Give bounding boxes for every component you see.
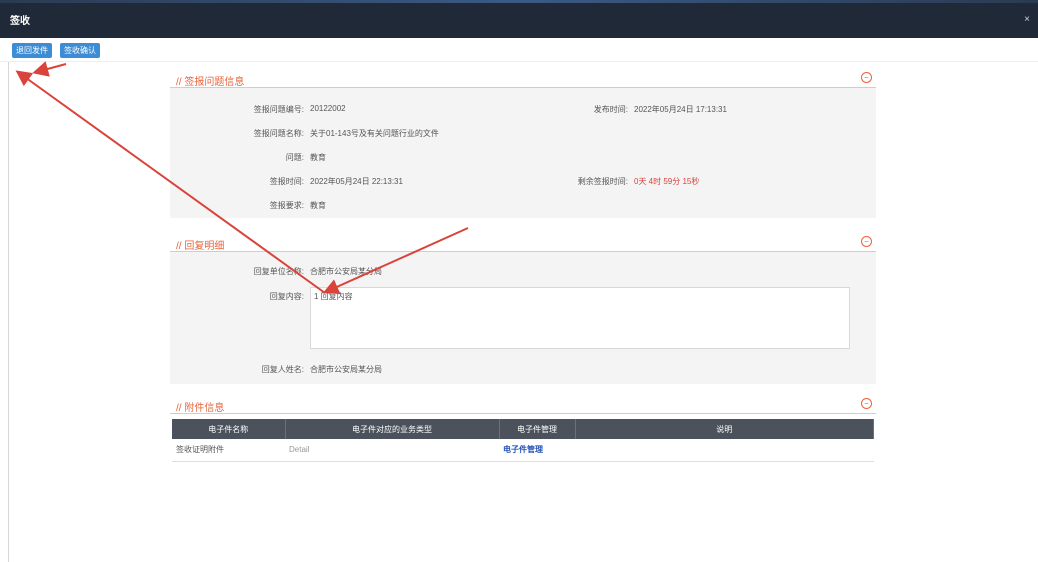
window-title: 签收 xyxy=(10,16,30,27)
return-button[interactable]: 退回发件 xyxy=(12,43,52,58)
field-label: 签报问题名称: xyxy=(253,129,304,138)
field-label: 回复人姓名: xyxy=(261,365,304,374)
field-value: 2022年05月24日 17:13:31 xyxy=(634,105,727,114)
field-label: 剩余签报时间: xyxy=(577,177,628,186)
issue-info-header: // 签报问题信息 − xyxy=(170,70,876,88)
field-label: 发布时间: xyxy=(593,105,628,114)
attachment-desc[interactable] xyxy=(575,439,874,462)
field-value: 20122002 xyxy=(310,104,346,113)
field-label: 回复内容: xyxy=(269,292,304,301)
section-title: // 回复明细 xyxy=(176,241,225,252)
field-value: 教育 xyxy=(310,153,326,162)
reply-header: // 回复明细 − xyxy=(170,234,876,252)
minus-circle-icon[interactable]: − xyxy=(861,72,872,83)
titlebar-accent xyxy=(0,0,1038,3)
column-header: 电子件对应的业务类型 xyxy=(285,419,500,439)
minus-circle-icon[interactable]: − xyxy=(861,398,872,409)
remaining-time-value: 0天 4时 59分 15秒 xyxy=(634,177,700,186)
field-value: 关于01-143号及有关问题行业的文件 xyxy=(310,129,439,138)
field-value: 合肥市公安局某分局 xyxy=(310,267,382,276)
left-divider xyxy=(8,62,9,562)
column-header: 电子件管理 xyxy=(499,419,576,439)
table-header-row: 电子件名称 电子件对应的业务类型 电子件管理 说明 xyxy=(172,419,874,439)
field-value: 教育 xyxy=(310,201,326,210)
attachment-manage-link[interactable]: 电子件管理 xyxy=(499,439,575,462)
attachment-header: // 附件信息 − xyxy=(170,396,876,414)
minus-circle-icon[interactable]: − xyxy=(861,236,872,247)
field-label: 问题: xyxy=(285,153,304,162)
attachment-type: Detail xyxy=(285,439,499,462)
field-value: 合肥市公安局某分局 xyxy=(310,365,382,374)
close-icon[interactable]: × xyxy=(1024,14,1030,25)
section-title: // 附件信息 xyxy=(176,403,225,414)
issue-info-panel xyxy=(170,70,876,218)
toolbar: 退回发件 签收确认 xyxy=(0,38,1038,62)
confirm-sign-button[interactable]: 签收确认 xyxy=(60,43,100,58)
field-label: 签报时间: xyxy=(269,177,304,186)
field-label: 回复单位名称: xyxy=(253,267,304,276)
table-row: 签收证明附件 Detail 电子件管理 xyxy=(172,439,874,462)
attachment-table: 电子件名称 电子件对应的业务类型 电子件管理 说明 签收证明附件 Detail … xyxy=(172,419,874,462)
arrow-to-confirm-button xyxy=(32,61,67,77)
reply-content-textarea[interactable]: 1 回复内容 xyxy=(310,287,850,349)
window-titlebar: 签收 × xyxy=(0,0,1038,38)
column-header: 说明 xyxy=(575,419,874,439)
field-value: 2022年05月24日 22:13:31 xyxy=(310,177,403,186)
field-label: 签报问题编号: xyxy=(253,105,304,114)
field-label: 签报要求: xyxy=(269,201,304,210)
attachment-name: 签收证明附件 xyxy=(172,439,285,462)
section-title: // 签报问题信息 xyxy=(176,77,245,88)
column-header: 电子件名称 xyxy=(172,419,286,439)
